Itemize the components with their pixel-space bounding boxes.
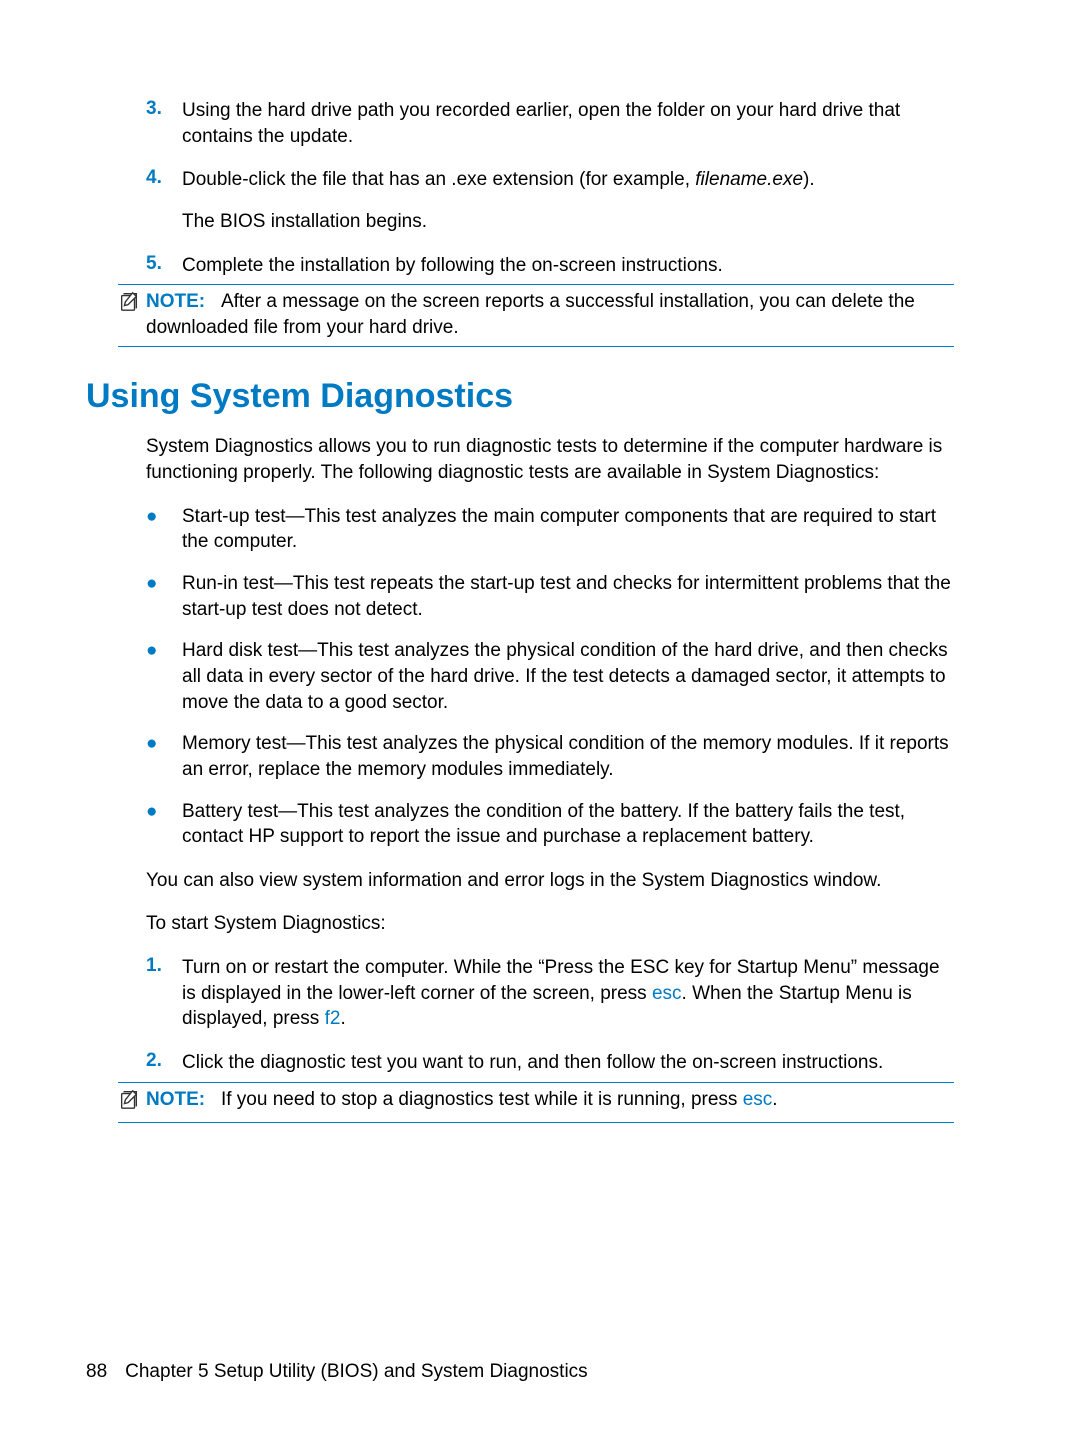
- list-item: ● Start-up test—This test analyzes the m…: [146, 504, 954, 555]
- bullet-text: Start-up test—This test analyzes the mai…: [182, 504, 954, 555]
- step-number: 5.: [146, 253, 182, 279]
- step-3: 3. Using the hard drive path you recorde…: [146, 98, 954, 149]
- bullet-icon: ●: [146, 638, 182, 715]
- section-heading: Using System Diagnostics: [86, 377, 954, 416]
- post-paragraph: To start System Diagnostics:: [146, 911, 954, 937]
- step-body: Complete the installation by following t…: [182, 253, 954, 279]
- note-icon: [118, 1088, 146, 1118]
- note-label: NOTE:: [146, 1089, 205, 1110]
- bullet-text: Run-in test—This test repeats the start-…: [182, 571, 954, 622]
- step-body: Click the diagnostic test you want to ru…: [182, 1050, 954, 1076]
- esc-key: esc: [652, 983, 682, 1004]
- step-b2: 2. Click the diagnostic test you want to…: [146, 1050, 954, 1076]
- filename-example: filename.exe: [695, 169, 803, 190]
- bullet-icon: ●: [146, 571, 182, 622]
- note-callout: NOTE: After a message on the screen repo…: [118, 284, 954, 347]
- bullet-text: Battery test—This test analyzes the cond…: [182, 799, 954, 850]
- bullet-icon: ●: [146, 799, 182, 850]
- note-text: NOTE: After a message on the screen repo…: [146, 289, 954, 340]
- list-item: ● Hard disk test—This test analyzes the …: [146, 638, 954, 715]
- bullet-text: Hard disk test—This test analyzes the ph…: [182, 638, 954, 715]
- step-number: 3.: [146, 98, 182, 149]
- list-item: ● Run-in test—This test repeats the star…: [146, 571, 954, 622]
- note-callout: NOTE: If you need to stop a diagnostics …: [118, 1082, 954, 1124]
- note-icon: [118, 290, 146, 320]
- step-number: 2.: [146, 1050, 182, 1076]
- step-text: Double-click the file that has an .exe e…: [182, 167, 954, 193]
- intro-paragraph: System Diagnostics allows you to run dia…: [146, 434, 954, 485]
- page-footer: 88 Chapter 5 Setup Utility (BIOS) and Sys…: [86, 1361, 588, 1383]
- bullet-text: Memory test—This test analyzes the physi…: [182, 731, 954, 782]
- bullet-list: ● Start-up test—This test analyzes the m…: [146, 504, 954, 850]
- f2-key: f2: [325, 1008, 341, 1029]
- content-area: 3. Using the hard drive path you recorde…: [146, 98, 954, 1123]
- page: 3. Using the hard drive path you recorde…: [0, 0, 1080, 1437]
- step-b1: 1. Turn on or restart the computer. Whil…: [146, 955, 954, 1032]
- step-4: 4. Double-click the file that has an .ex…: [146, 167, 954, 234]
- step-number: 1.: [146, 955, 182, 1032]
- ordered-list-b: 1. Turn on or restart the computer. Whil…: [146, 955, 954, 1076]
- step-followup: The BIOS installation begins.: [182, 209, 954, 235]
- page-number: 88: [86, 1361, 107, 1382]
- step-body: Using the hard drive path you recorded e…: [182, 98, 954, 149]
- list-item: ● Battery test—This test analyzes the co…: [146, 799, 954, 850]
- step-body: Turn on or restart the computer. While t…: [182, 955, 954, 1032]
- bullet-icon: ●: [146, 731, 182, 782]
- bullet-icon: ●: [146, 504, 182, 555]
- chapter-title: Chapter 5 Setup Utility (BIOS) and Syste…: [125, 1361, 588, 1382]
- note-label: NOTE:: [146, 291, 205, 312]
- note-text: NOTE: If you need to stop a diagnostics …: [146, 1087, 954, 1113]
- list-item: ● Memory test—This test analyzes the phy…: [146, 731, 954, 782]
- note-body: After a message on the screen reports a …: [146, 291, 915, 338]
- step-number: 4.: [146, 167, 182, 234]
- esc-key: esc: [743, 1089, 773, 1110]
- ordered-list-a: 3. Using the hard drive path you recorde…: [146, 98, 954, 278]
- post-paragraph: You can also view system information and…: [146, 868, 954, 894]
- step-5: 5. Complete the installation by followin…: [146, 253, 954, 279]
- step-body: Double-click the file that has an .exe e…: [182, 167, 954, 234]
